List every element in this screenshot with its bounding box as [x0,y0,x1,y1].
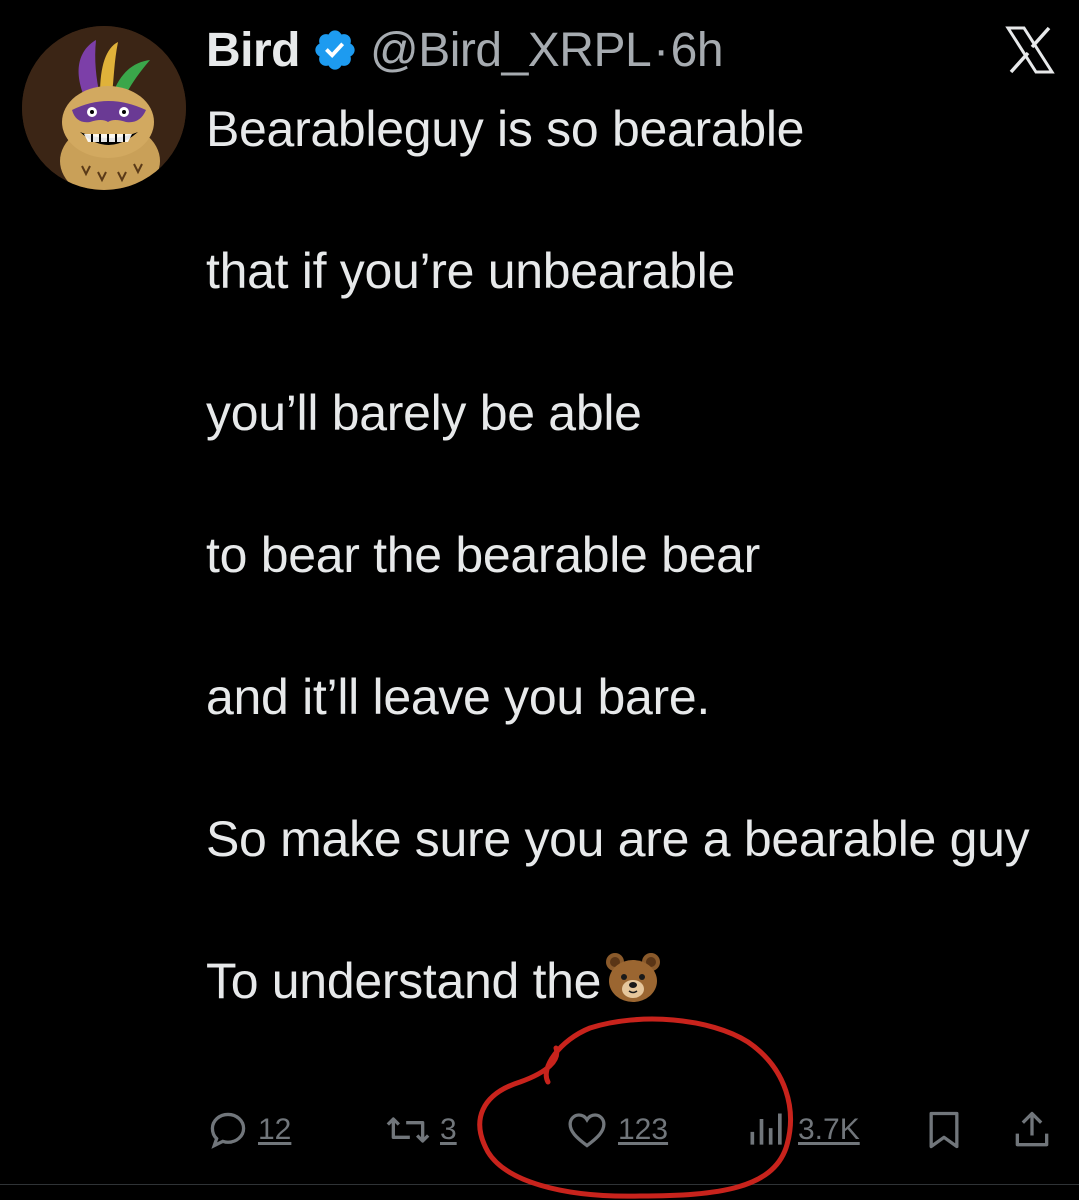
author-display-name[interactable]: Bird [206,23,301,78]
reply-button[interactable]: 12 [206,1108,291,1152]
tweet-body: Bearableguy is so bearable that if you’r… [206,94,1046,1023]
verified-badge-icon [312,27,358,73]
views-count: 3.7K [798,1113,860,1146]
divider [0,1184,1079,1185]
separator-dot: · [653,23,669,77]
share-button[interactable] [1010,1108,1054,1152]
author-handle[interactable]: @Bird_XRPL [370,23,652,78]
tweet-line: So make sure you are a bearable guy [206,811,1030,867]
tweet-line: Bearableguy is so bearable [206,101,805,157]
reply-count: 12 [258,1113,292,1146]
bear-face-emoji-icon [605,952,661,1023]
tweet-line: that if you’re unbearable [206,243,735,299]
views-button[interactable]: 3.7K [744,1108,860,1152]
x-logo-icon[interactable] [1005,25,1055,75]
bear-with-mask-avatar-icon [22,26,186,190]
views-chart-icon [750,1113,782,1145]
tweet-header: Bird @Bird_XRPL · 6h [206,20,724,80]
tweet-line-last: To understand the [206,946,1046,1023]
repost-icon [386,1117,430,1143]
heart-icon [568,1113,606,1148]
repost-count: 3 [440,1113,457,1146]
tweet-action-bar: 12 3 123 3.7K [0,1100,1079,1160]
repost-button[interactable]: 3 [384,1108,457,1152]
like-button[interactable]: 123 [564,1108,668,1152]
timestamp[interactable]: 6h [671,23,724,78]
tweet-line: you’ll barely be able [206,385,642,441]
bookmark-button[interactable] [922,1108,966,1152]
author-avatar[interactable] [22,26,186,190]
tweet-line: and it’ll leave you bare. [206,669,710,725]
share-icon [1015,1111,1049,1147]
tweet-line: to bear the bearable bear [206,527,761,583]
tweet-line: To understand the [206,953,602,1009]
bookmark-icon [929,1111,959,1149]
like-count: 123 [618,1113,669,1146]
reply-icon [210,1112,246,1149]
